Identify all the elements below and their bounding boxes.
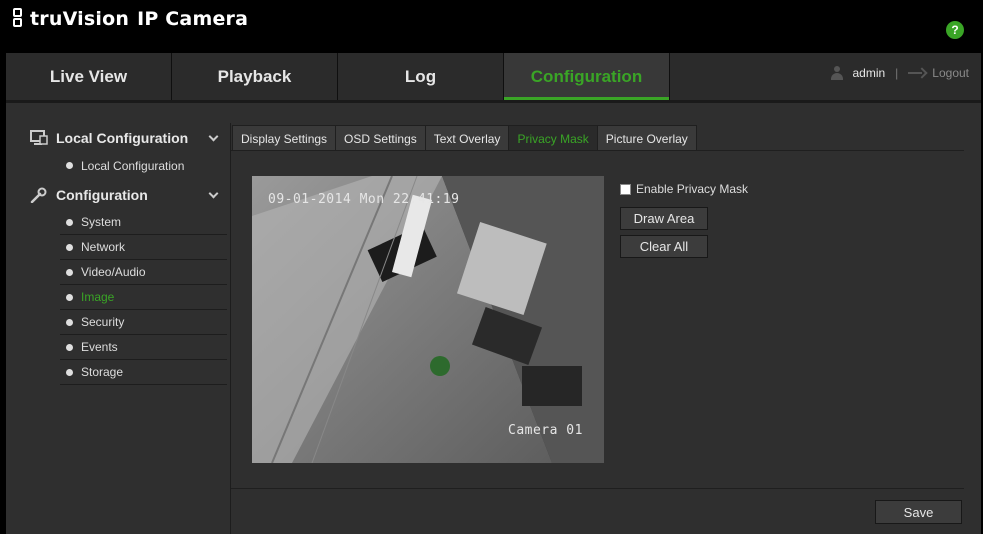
tab-osd-settings[interactable]: OSD Settings [335,125,426,151]
sidebar-item-system[interactable]: System [60,210,227,235]
sidebar: Local Configuration Local Configuration … [24,123,227,534]
sidebar-item-image[interactable]: Image [60,285,227,310]
camera-image [252,176,604,463]
logout-icon[interactable] [908,68,926,78]
header: truVision IP Camera ? [0,0,983,52]
tab-privacy-mask[interactable]: Privacy Mask [508,125,598,151]
chevron-down-icon[interactable] [208,131,219,142]
bullet-icon [66,218,73,226]
enable-privacy-mask-checkbox[interactable] [620,183,631,195]
chevron-down-icon[interactable] [208,188,219,199]
sidebar-item-label: Storage [81,365,124,379]
enable-privacy-mask-row[interactable]: Enable Privacy Mask [620,182,748,196]
truvision-logo: truVision IP Camera [12,8,248,30]
nav-tab-playback[interactable]: Playback [172,53,338,100]
bullet-icon [66,318,73,326]
sidebar-item-local-configuration[interactable]: Local Configuration [60,153,227,178]
sidebar-item-label: Video/Audio [81,265,146,279]
nav-tab-live-view[interactable]: Live View [6,53,172,100]
user-area: admin | Logout [830,66,969,80]
bullet-icon [66,268,73,276]
bullet-icon [66,162,73,169]
tab-text-overlay[interactable]: Text Overlay [424,125,510,151]
wrench-icon [30,187,48,204]
sidebar-group-label: Configuration [56,187,148,203]
sidebar-item-label: Local Configuration [81,158,185,173]
username: admin [852,66,886,80]
draw-area-button[interactable]: Draw Area [620,207,708,230]
sidebar-group-configuration[interactable]: Configuration [24,180,227,210]
clear-all-button[interactable]: Clear All [620,235,708,258]
nav-tab-log[interactable]: Log [338,53,504,100]
sidebar-item-events[interactable]: Events [60,335,227,360]
settings-tabs: Display Settings OSD Settings Text Overl… [232,125,697,151]
sidebar-item-label: Network [81,240,126,254]
video-preview[interactable]: 09-01-2014 Mon 22:41:19 Camera 01 [252,176,604,463]
logout-link[interactable]: Logout [932,66,969,80]
nav-tab-configuration[interactable]: Configuration [504,53,670,100]
save-button[interactable]: Save [875,500,962,524]
tab-display-settings[interactable]: Display Settings [232,125,337,151]
sidebar-item-label: Security [81,315,125,329]
bullet-icon [66,243,73,251]
user-separator: | [895,66,899,80]
sidebar-item-video-audio[interactable]: Video/Audio [60,260,227,285]
logo-mark-icon [12,8,28,30]
sidebar-item-label: Events [81,340,118,354]
bullet-icon [66,293,73,301]
tab-picture-overlay[interactable]: Picture Overlay [596,125,697,151]
help-icon[interactable]: ? [946,21,964,39]
main-area: Local Configuration Local Configuration … [6,100,981,534]
brand-name: truVision [30,8,130,30]
sidebar-item-label: Image [81,290,115,304]
monitor-icon [30,130,48,146]
privacy-mask-panel: 09-01-2014 Mon 22:41:19 Camera 01 Enable… [231,151,964,489]
sidebar-item-storage[interactable]: Storage [60,360,227,385]
datetime-osd: 09-01-2014 Mon 22:41:19 [268,192,460,207]
user-icon [830,66,844,80]
sidebar-item-label: System [81,215,122,229]
bullet-icon [66,368,73,376]
sidebar-group-label: Local Configuration [56,130,189,146]
product-name: IP Camera [137,8,249,30]
sidebar-item-security[interactable]: Security [60,310,227,335]
camera-name-osd: Camera 01 [508,423,583,438]
content-area: Display Settings OSD Settings Text Overl… [230,123,964,534]
enable-privacy-mask-label: Enable Privacy Mask [636,182,749,196]
bullet-icon [66,343,73,351]
sidebar-group-local-configuration[interactable]: Local Configuration [24,123,227,153]
sidebar-item-network[interactable]: Network [60,235,227,260]
main-nav: Live View Playback Log Configuration adm… [6,53,981,100]
